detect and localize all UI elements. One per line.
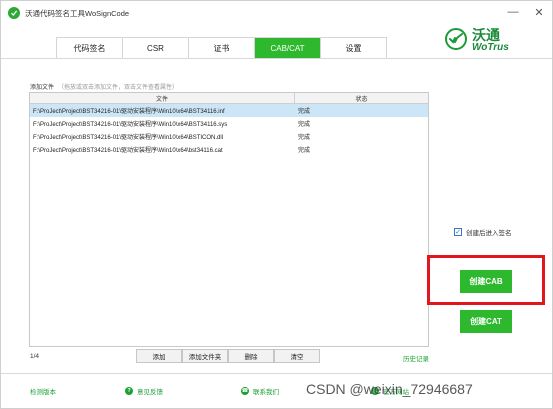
brand-name-en: WoTrus — [472, 42, 509, 53]
tab-settings[interactable]: 设置 — [321, 38, 387, 58]
status-cell: 完成 — [298, 135, 311, 141]
file-path-cell: F:\ProJect\Project\BST34216-01\驱动安装程序\Wi… — [33, 109, 225, 115]
file-path-cell: F:\ProJect\Project\BST34216-01\驱动安装程序\Wi… — [33, 135, 224, 141]
tab-cab-cat[interactable]: CAB/CAT — [255, 38, 321, 58]
contact-link[interactable]: ☎ 联系我们 — [241, 386, 279, 396]
phone-icon: ☎ — [241, 387, 249, 395]
app-window: 沃通代码签名工具WoSignCode — ✕ 代码签名 CSR 证书 CAB/C… — [0, 0, 553, 409]
table-row[interactable]: F:\ProJect\Project\BST34216-01\驱动安装程序\Wi… — [30, 130, 428, 143]
window-title: 沃通代码签名工具WoSignCode — [25, 8, 130, 18]
contact-label: 联系我们 — [253, 389, 279, 396]
column-header-status[interactable]: 状态 — [295, 93, 428, 103]
add-files-title: 添加文件 — [30, 85, 55, 91]
app-logo-icon — [8, 7, 20, 19]
sign-after-create-option[interactable]: ✓ 创建后进入签名 — [454, 227, 512, 237]
title-bar: 沃通代码签名工具WoSignCode — ✕ — [1, 1, 552, 25]
column-header-file[interactable]: 文件 — [30, 93, 295, 103]
tab-bar: 代码签名 CSR 证书 CAB/CAT 设置 — [56, 37, 387, 58]
footer-divider — [1, 373, 552, 374]
tab-certificate[interactable]: 证书 — [189, 38, 255, 58]
feedback-link[interactable]: ? 意见反馈 — [125, 386, 163, 396]
file-count: 1/4 — [30, 353, 40, 360]
clear-button[interactable]: 清空 — [274, 349, 320, 363]
status-cell: 完成 — [298, 109, 311, 115]
file-table[interactable]: 文件 状态 F:\ProJect\Project\BST34216-01\驱动安… — [29, 92, 429, 347]
create-cat-button[interactable]: 创建CAT — [460, 310, 512, 333]
window-controls: — ✕ — [506, 5, 546, 19]
brand-logo: 沃通 WoTrus — [445, 25, 525, 57]
tab-code-sign[interactable]: 代码签名 — [57, 38, 123, 58]
csdn-watermark: CSDN @weixin_72946687 — [306, 381, 473, 397]
status-cell: 完成 — [298, 148, 311, 154]
close-button[interactable]: ✕ — [532, 5, 546, 19]
add-folder-button[interactable]: 添加文件夹 — [182, 349, 228, 363]
table-row[interactable]: F:\ProJect\Project\BST34216-01\驱动安装程序\Wi… — [30, 104, 428, 117]
checkbox-checked-icon[interactable]: ✓ — [454, 228, 462, 236]
table-header: 文件 状态 — [30, 93, 428, 104]
status-cell: 完成 — [298, 122, 311, 128]
add-files-hint: （拖放或双击添加文件，双击文件查看属性） — [58, 85, 179, 91]
tab-csr[interactable]: CSR — [123, 38, 189, 58]
create-cab-button[interactable]: 创建CAB — [460, 270, 512, 293]
feedback-label: 意见反馈 — [137, 389, 163, 396]
add-file-button[interactable]: 添加 — [136, 349, 182, 363]
check-version-link[interactable]: 检测版本 — [30, 386, 56, 396]
add-files-label: 添加文件 （拖放或双击添加文件，双击文件查看属性） — [30, 82, 178, 91]
file-action-buttons: 添加 添加文件夹 删除 清空 — [136, 349, 320, 363]
history-link[interactable]: 历史记录 — [403, 353, 429, 363]
minimize-button[interactable]: — — [506, 5, 520, 19]
table-row[interactable]: F:\ProJect\Project\BST34216-01\驱动安装程序\Wi… — [30, 117, 428, 130]
sign-after-create-label: 创建后进入签名 — [466, 230, 512, 237]
delete-button[interactable]: 删除 — [228, 349, 274, 363]
wotrus-check-icon — [445, 28, 467, 50]
file-path-cell: F:\ProJect\Project\BST34216-01\驱动安装程序\Wi… — [33, 122, 228, 128]
table-row[interactable]: F:\ProJect\Project\BST34216-01\驱动安装程序\Wi… — [30, 143, 428, 156]
header-divider — [1, 58, 552, 59]
check-version-label: 检测版本 — [30, 389, 56, 396]
question-icon: ? — [125, 387, 133, 395]
file-path-cell: F:\ProJect\Project\BST34216-01\驱动安装程序\Wi… — [33, 148, 223, 154]
